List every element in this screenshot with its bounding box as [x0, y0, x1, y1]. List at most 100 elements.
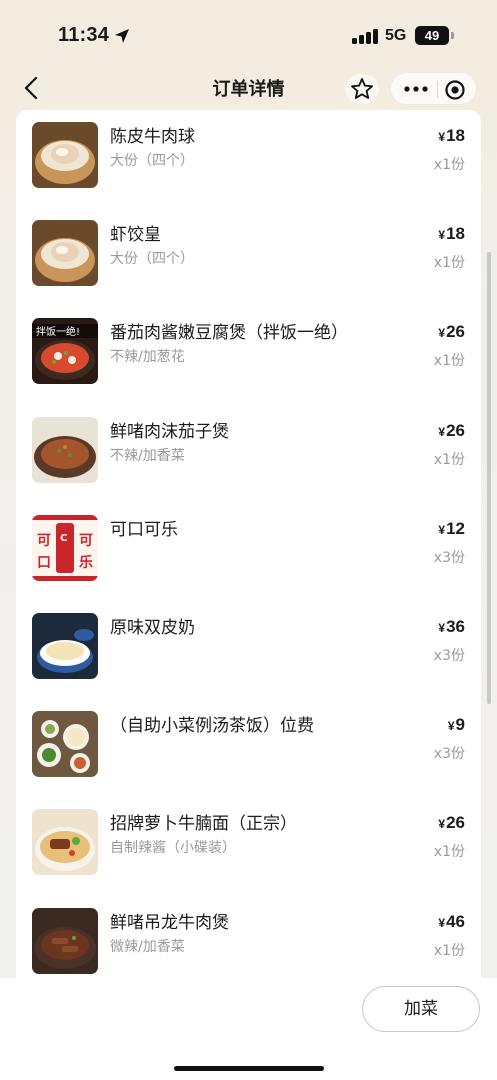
order-item[interactable]: （自助小菜例汤茶饭）位费 ¥9 x3份 — [16, 705, 481, 803]
signal-icon — [352, 28, 378, 44]
price-amount: 26 — [446, 322, 465, 342]
item-name: 陈皮牛肉球 — [110, 127, 195, 147]
noodle-bowl-image — [32, 809, 98, 876]
scrollbar[interactable] — [487, 252, 491, 704]
item-quantity: x3份 — [433, 746, 465, 763]
item-quantity: x1份 — [433, 942, 465, 959]
mini-program-capsule — [390, 72, 477, 105]
price-amount: 18 — [446, 126, 465, 145]
price-amount: 18 — [446, 224, 465, 244]
currency-symbol: ¥ — [447, 719, 455, 734]
status-time: 11:34 — [58, 24, 110, 46]
price-amount: 26 — [446, 813, 465, 833]
item-price: ¥18 — [438, 224, 465, 244]
item-thumbnail — [32, 907, 98, 974]
home-indicator[interactable] — [174, 1066, 324, 1071]
currency-symbol: ¥ — [438, 130, 446, 144]
order-item[interactable]: 招牌萝卜牛腩面（正宗） 自制辣酱（小碟装） ¥26 x1份 — [16, 803, 481, 901]
currency-symbol: ¥ — [438, 228, 446, 243]
cola-label-char: 可 — [37, 533, 51, 549]
item-thumbnail — [32, 416, 98, 483]
order-item[interactable]: 鲜啫吊龙牛肉煲微辣/加香菜 ¥46 x1份 — [16, 902, 481, 980]
more-dots-icon[interactable] — [401, 79, 431, 99]
battery-nub — [451, 32, 454, 39]
item-spec: 微辣/加香菜 — [110, 938, 185, 955]
currency-symbol: ¥ — [438, 817, 446, 832]
cola-label-char: 口 — [37, 555, 51, 571]
order-item[interactable]: 陈皮牛肉球 大份（四个） ¥18 x1份 — [16, 116, 481, 214]
add-dish-button[interactable]: 加菜 — [362, 986, 480, 1032]
favorite-button[interactable] — [345, 74, 379, 104]
item-thumbnail: C可可口乐 — [32, 514, 98, 581]
item-name: 招牌萝卜牛腩面（正宗） — [110, 814, 297, 835]
item-thumbnail — [32, 809, 98, 876]
item-price: ¥12 — [438, 519, 465, 539]
claypot-red-image: 拌饭一绝! — [32, 318, 98, 385]
bottom-bar: 加菜 — [0, 978, 497, 1080]
item-quantity: x1份 — [433, 255, 465, 272]
cola-label-char: 可 — [79, 533, 93, 549]
order-item[interactable]: 虾饺皇 大份（四个） ¥18 x1份 — [16, 214, 481, 312]
dumpling-basket-image — [32, 220, 98, 287]
item-quantity: x1份 — [433, 844, 465, 861]
side-dishes-image — [32, 711, 98, 778]
nav-bar: 订单详情 — [0, 64, 497, 114]
battery-icon: 49 — [415, 26, 449, 45]
dumpling-basket-image — [32, 122, 98, 188]
item-price: ¥46 — [438, 912, 465, 932]
item-price: ¥9 — [448, 715, 465, 735]
status-bar: 11:34 5G 49 — [0, 0, 497, 64]
item-price: ¥18 — [438, 126, 465, 146]
item-spec: 自制辣酱（小碟装） — [110, 840, 236, 857]
cola-image: C可 可口乐 — [32, 514, 98, 581]
order-item[interactable]: 原味双皮奶 ¥36 x3份 — [16, 607, 481, 705]
star-icon — [351, 78, 373, 99]
price-amount: 26 — [446, 420, 465, 440]
order-item[interactable]: 鲜啫肉沫茄子煲不辣/加香菜 ¥26 x1份 — [16, 411, 481, 509]
item-thumbnail: 拌饭一绝! — [32, 318, 98, 385]
item-spec: 不辣/加香菜 — [110, 447, 185, 464]
currency-symbol: ¥ — [438, 424, 446, 439]
item-name: 番茄肉酱嫩豆腐煲（拌饭一绝） — [110, 323, 348, 344]
item-thumbnail — [32, 220, 98, 287]
network-type: 5G — [385, 27, 407, 44]
target-circle-icon[interactable] — [444, 79, 466, 101]
currency-symbol: ¥ — [438, 915, 446, 930]
milk-pudding-image — [32, 613, 98, 679]
item-spec: 大份（四个） — [110, 153, 194, 169]
order-item[interactable]: C 可可口乐可口可乐 ¥12 x3份 — [16, 509, 481, 607]
item-quantity: x1份 — [433, 451, 465, 468]
item-price: ¥26 — [438, 421, 465, 441]
currency-symbol: ¥ — [438, 326, 446, 341]
item-name: （自助小菜例汤茶饭）位费 — [110, 716, 314, 737]
thumb-label: 拌饭一绝! — [36, 325, 80, 338]
item-name: 鲜啫肉沫茄子煲 — [110, 421, 229, 442]
item-quantity: x3份 — [433, 549, 465, 566]
capsule-divider — [437, 81, 438, 98]
item-thumbnail — [32, 122, 98, 188]
item-price: ¥36 — [438, 617, 465, 637]
cola-label-char: 乐 — [79, 554, 93, 571]
item-price: ¥26 — [438, 813, 465, 833]
item-name: 鲜啫吊龙牛肉煲 — [110, 912, 229, 933]
item-spec: 大份（四个） — [110, 251, 194, 268]
order-detail-screen: 11:34 5G 49 订单详情 陈皮牛肉球 大份（四个） ¥18 x1份 虾饺… — [0, 0, 497, 1080]
item-thumbnail — [32, 711, 98, 778]
item-name: 原味双皮奶 — [110, 618, 195, 638]
item-quantity: x3份 — [433, 648, 465, 664]
item-quantity: x1份 — [433, 353, 465, 370]
item-price: ¥26 — [438, 322, 465, 342]
item-name: 可口可乐 — [110, 519, 178, 540]
price-amount: 12 — [446, 518, 465, 538]
location-arrow-icon — [115, 29, 129, 43]
claypot-brown-image — [32, 416, 98, 483]
svg-text:C: C — [60, 533, 67, 544]
currency-symbol: ¥ — [438, 621, 446, 635]
item-thumbnail — [32, 613, 98, 679]
price-amount: 36 — [446, 617, 465, 636]
order-item[interactable]: 拌饭一绝! 番茄肉酱嫩豆腐煲（拌饭一绝） 不辣/加葱花 ¥26 x1份 — [16, 312, 481, 410]
order-items-card: 陈皮牛肉球 大份（四个） ¥18 x1份 虾饺皇 大份（四个） ¥18 x1份 拌饭一绝! 番… — [16, 110, 481, 980]
claypot-beef-image — [32, 907, 98, 974]
price-amount: 9 — [455, 715, 465, 735]
price-amount: 46 — [446, 911, 465, 931]
